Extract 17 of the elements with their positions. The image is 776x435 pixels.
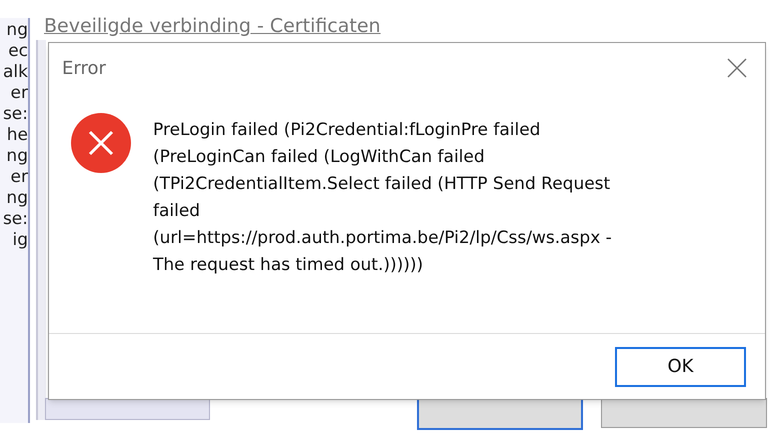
error-icon (71, 113, 131, 173)
cut-text: ig (12, 230, 28, 251)
cut-text: he (6, 125, 28, 146)
window-title: Beveiligde verbinding - Certificaten (44, 14, 381, 38)
cut-text: ng (6, 146, 28, 167)
ok-button[interactable]: OK (615, 346, 746, 386)
cut-text: er (10, 167, 28, 188)
close-icon[interactable] (725, 56, 749, 80)
cut-text: er (10, 83, 28, 104)
cut-text: alk (3, 62, 28, 83)
cut-text: se: (2, 104, 28, 125)
error-message: PreLogin failed (Pi2Credential:fLoginPre failed (PreLoginCan failed (LogWithCan failed (TPi2CredentialItem.Select failed (HTTP Send Request failed (url=https://prod.auth.portima.be/Pi2/lp/Css/ws.aspx - The request has timed out.)))))) (153, 119, 613, 277)
cut-text: ec (8, 41, 28, 62)
cut-text: ng (6, 188, 28, 209)
dialog-title: Error (62, 56, 106, 80)
cut-text: se: (2, 209, 28, 230)
cut-text: ng (6, 20, 28, 41)
